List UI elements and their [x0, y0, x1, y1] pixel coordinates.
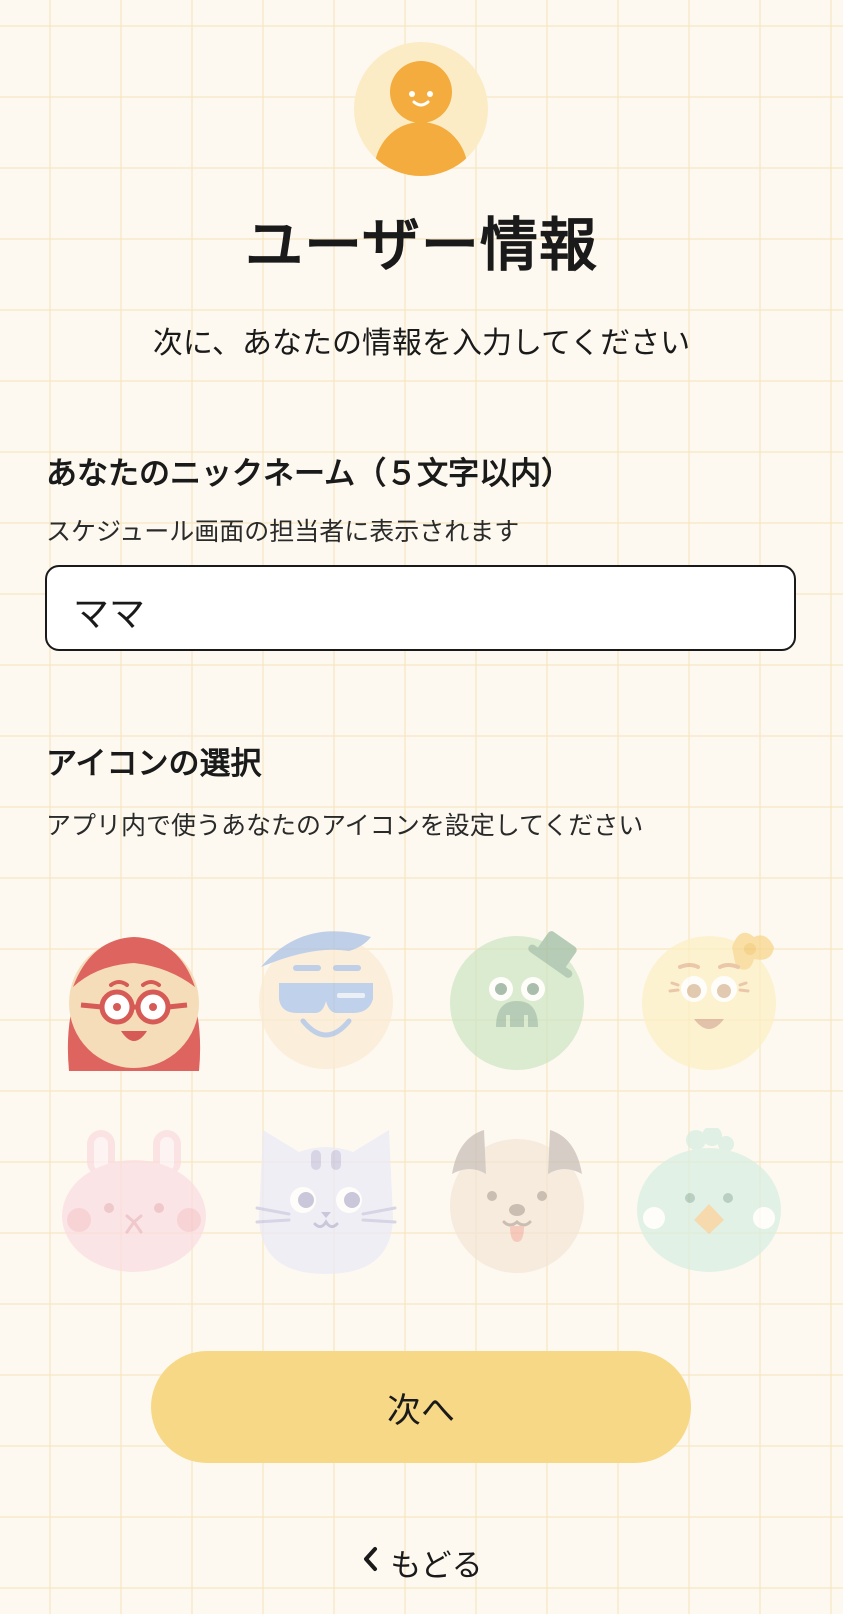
glasses-girl-icon[interactable] [61, 927, 207, 1073]
sunglasses-man-icon[interactable] [253, 927, 399, 1073]
nickname-label: あなたのニックネーム（５文字以内） [46, 456, 573, 492]
icon-section-label: アイコンの選択 [46, 746, 262, 782]
icon-section-hint: アプリ内で使うあなたのアイコンを設定してください [46, 811, 644, 840]
hat-frog-icon[interactable] [444, 927, 590, 1073]
page-subtitle: 次に、あなたの情報を入力してください [152, 326, 691, 361]
bow-girl-icon[interactable] [636, 927, 782, 1073]
back-label: もどる [390, 1548, 483, 1584]
user-avatar-icon [354, 42, 488, 176]
page-title: ユーザー情報 [245, 211, 598, 279]
bird-icon[interactable] [636, 1128, 782, 1274]
nickname-input[interactable]: ママ [45, 565, 796, 651]
nickname-hint: スケジュール画面の担当者に表示されます [46, 517, 520, 546]
back-link[interactable]: もどる [0, 1540, 843, 1585]
next-button[interactable]: 次へ [151, 1351, 691, 1463]
rabbit-icon[interactable] [61, 1128, 207, 1274]
dog-icon[interactable] [444, 1128, 590, 1274]
chevron-left-icon [360, 1544, 380, 1582]
cat-icon[interactable] [253, 1128, 399, 1274]
